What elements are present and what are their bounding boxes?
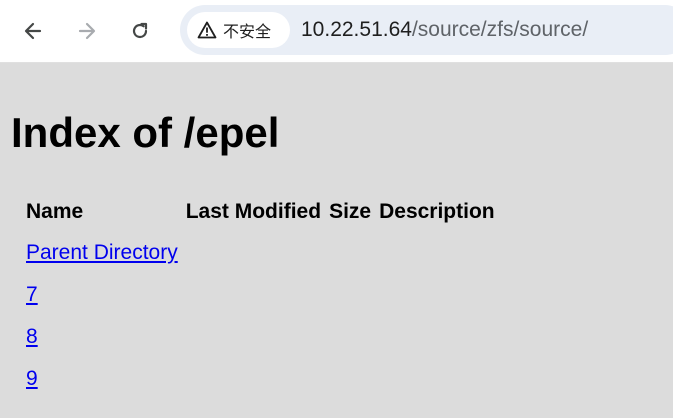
arrow-right-icon bbox=[78, 22, 96, 40]
forward-button[interactable] bbox=[69, 13, 105, 49]
browser-toolbar: 不安全 10.22.51.64/source/zfs/source/ bbox=[0, 0, 673, 63]
directory-link-8[interactable]: 8 bbox=[26, 325, 38, 348]
directory-listing-table: Name Last Modified Size Description Pare… bbox=[18, 192, 503, 400]
table-row: 8 bbox=[26, 316, 495, 358]
directory-link-7[interactable]: 7 bbox=[26, 283, 38, 306]
cell-name: Parent Directory bbox=[26, 232, 178, 274]
parent-directory-link[interactable]: Parent Directory bbox=[26, 241, 178, 264]
url-text[interactable]: 10.22.51.64/source/zfs/source/ bbox=[301, 17, 588, 43]
reload-icon bbox=[132, 22, 148, 39]
cell-description bbox=[379, 232, 495, 274]
back-button[interactable] bbox=[15, 13, 51, 49]
cell-size bbox=[329, 232, 371, 274]
security-indicator[interactable]: 不安全 bbox=[187, 12, 290, 48]
cell-description bbox=[379, 358, 495, 400]
cell-size bbox=[329, 316, 371, 358]
url-path: /source/zfs/source/ bbox=[411, 18, 589, 41]
column-header-last-modified[interactable]: Last Modified bbox=[186, 192, 321, 232]
url-host: 10.22.51.64 bbox=[301, 18, 412, 41]
table-row: 7 bbox=[26, 274, 495, 316]
arrow-left-icon bbox=[24, 22, 42, 40]
page-content: Index of /epel Name Last Modified Size D… bbox=[0, 63, 673, 418]
security-label: 不安全 bbox=[223, 22, 272, 41]
table-row: Parent Directory bbox=[26, 232, 495, 274]
cell-last-modified bbox=[186, 232, 321, 274]
cell-last-modified bbox=[186, 316, 321, 358]
cell-description bbox=[379, 274, 495, 316]
cell-last-modified bbox=[186, 274, 321, 316]
column-header-description[interactable]: Description bbox=[379, 192, 495, 232]
cell-size bbox=[329, 358, 371, 400]
warning-triangle-icon bbox=[197, 21, 217, 39]
table-row: 9 bbox=[26, 358, 495, 400]
column-header-size[interactable]: Size bbox=[329, 192, 371, 232]
cell-name: 9 bbox=[26, 358, 178, 400]
address-bar[interactable]: 不安全 10.22.51.64/source/zfs/source/ bbox=[180, 5, 673, 55]
directory-link-9[interactable]: 9 bbox=[26, 367, 38, 390]
table-header-row: Name Last Modified Size Description bbox=[26, 192, 495, 232]
cell-last-modified bbox=[186, 358, 321, 400]
page-title: Index of /epel bbox=[11, 109, 280, 156]
cell-description bbox=[379, 316, 495, 358]
cell-size bbox=[329, 274, 371, 316]
cell-name: 8 bbox=[26, 316, 178, 358]
column-header-name[interactable]: Name bbox=[26, 192, 178, 232]
cell-name: 7 bbox=[26, 274, 178, 316]
reload-button[interactable] bbox=[122, 13, 158, 49]
